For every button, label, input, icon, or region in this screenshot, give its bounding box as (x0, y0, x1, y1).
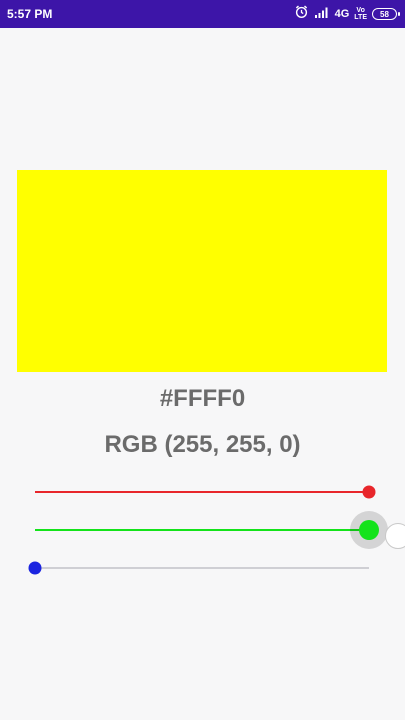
battery-icon: 58 (372, 8, 400, 20)
color-picker-screen: 5:57 PM 4G Vo LTE 58 #FFFF0 RGB (255, 25… (0, 0, 405, 720)
edge-glow-indicator (385, 523, 405, 549)
blue-slider[interactable] (28, 556, 369, 580)
slider-fill (35, 529, 369, 531)
green-slider[interactable] (35, 518, 379, 542)
color-preview (17, 170, 387, 372)
status-bar: 5:57 PM 4G Vo LTE 58 (0, 0, 405, 28)
volte-top-text: Vo (356, 7, 365, 14)
status-time: 5:57 PM (7, 7, 53, 21)
slider-thumb[interactable] (359, 520, 379, 540)
slider-thumb[interactable] (28, 561, 42, 575)
alarm-icon (294, 4, 309, 24)
signal-icon (314, 5, 330, 23)
slider-thumb[interactable] (362, 485, 376, 499)
volte-bottom-text: LTE (354, 14, 367, 21)
network-type: 4G (334, 8, 350, 20)
volte-icon: Vo LTE (354, 7, 367, 21)
rgb-value: RGB (255, 255, 0) (104, 431, 301, 458)
slider-fill (35, 491, 369, 493)
slider-track (35, 567, 369, 569)
hex-value: #FFFF0 (159, 385, 246, 412)
status-icons: 4G Vo LTE 58 (294, 4, 400, 24)
red-slider[interactable] (35, 480, 376, 504)
